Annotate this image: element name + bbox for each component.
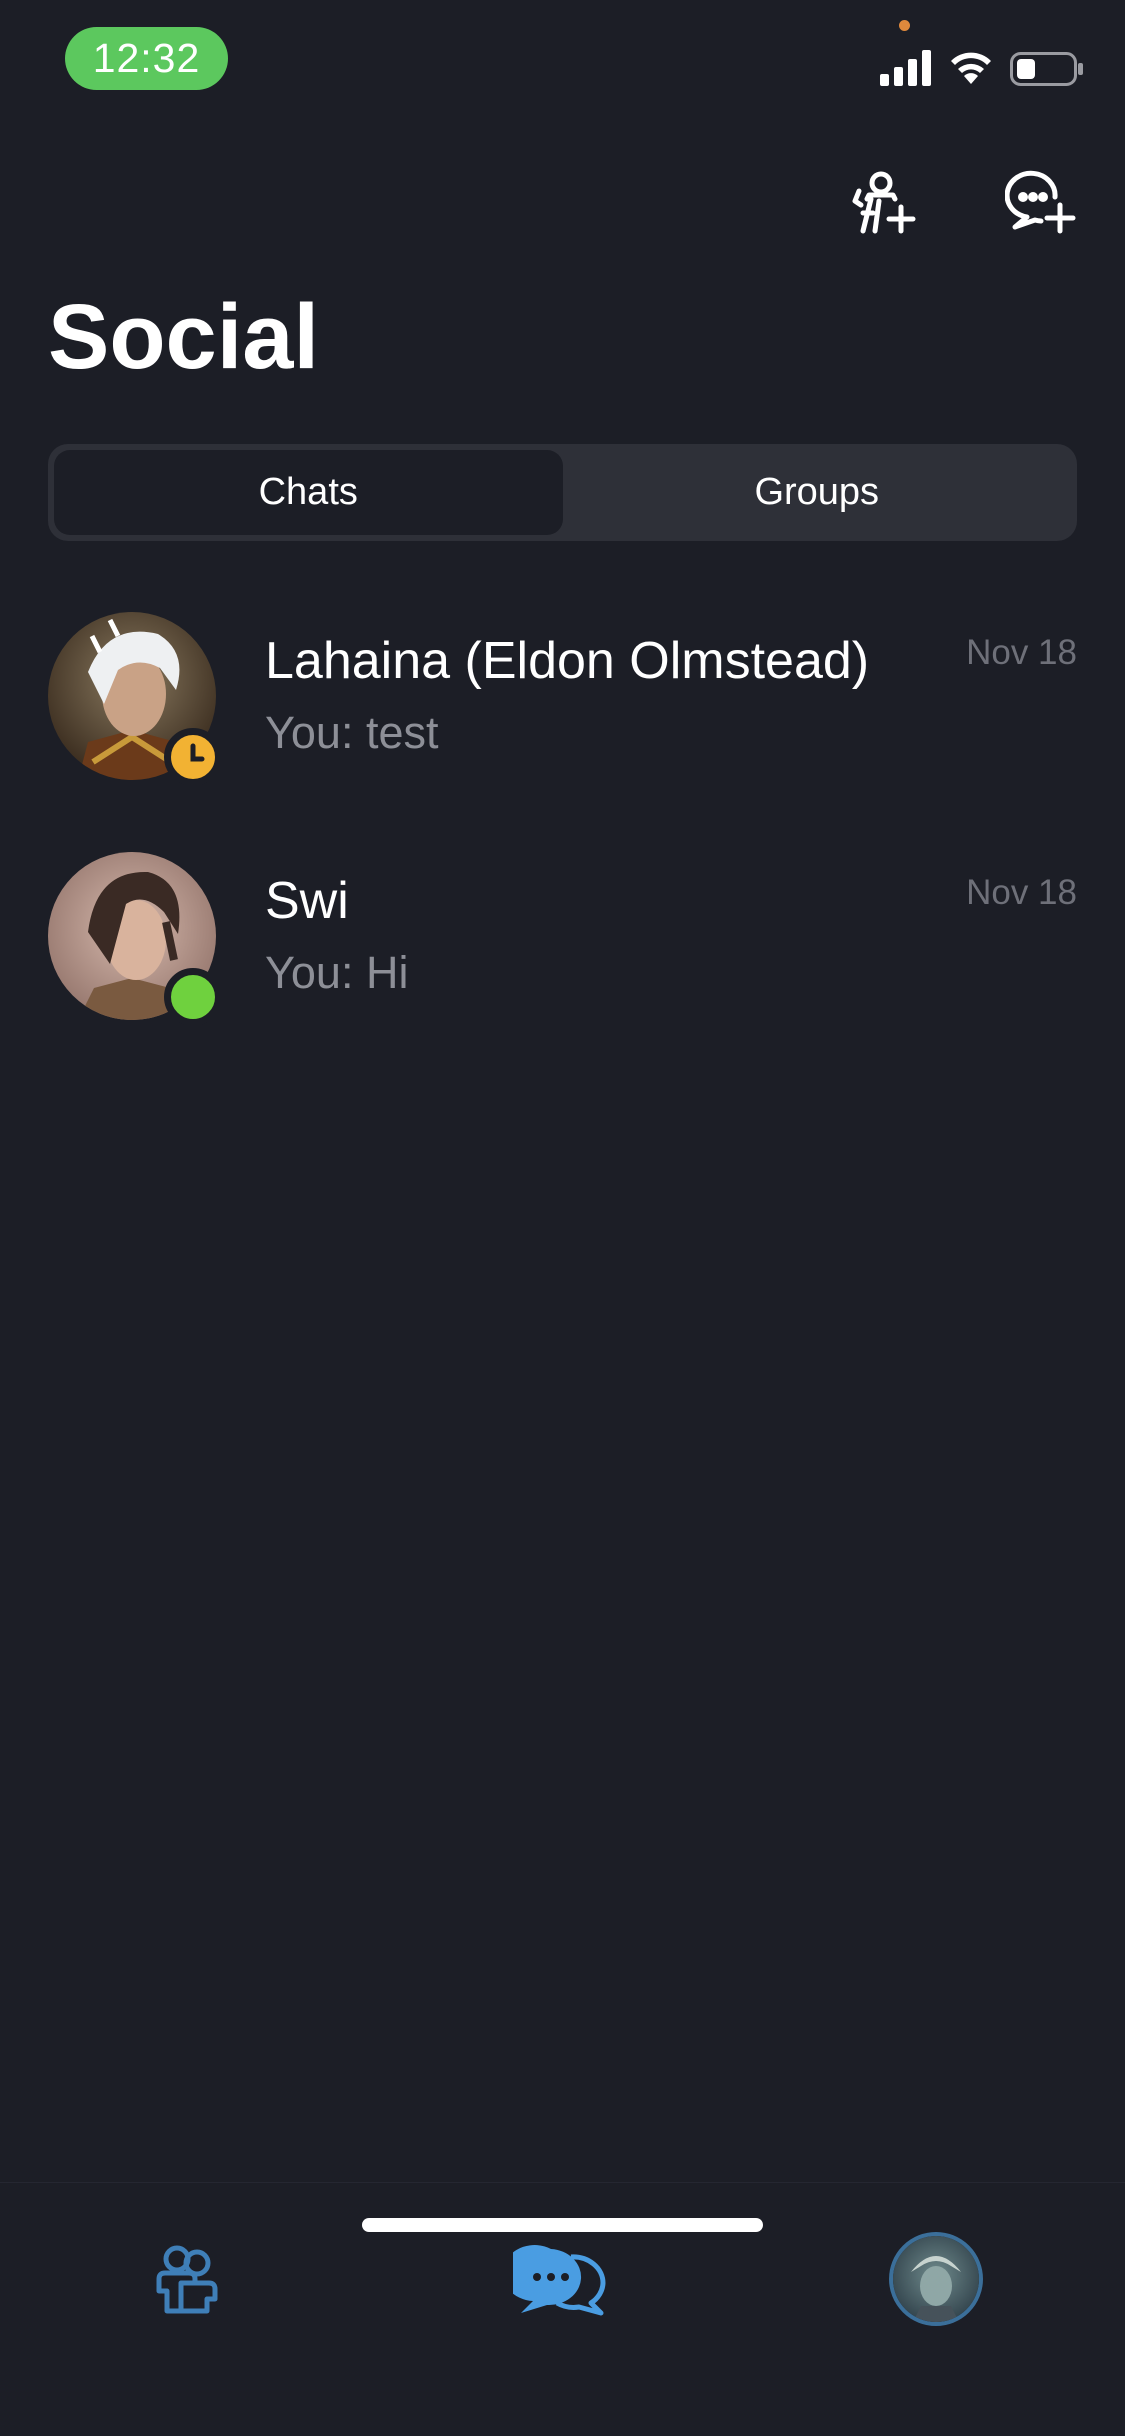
tab-friends[interactable]	[137, 2229, 237, 2329]
chat-name: Lahaina (Eldon Olmstead)	[265, 632, 870, 690]
new-chat-button[interactable]	[1000, 160, 1082, 242]
chats-groups-segmented-control: Chats Groups	[48, 444, 1077, 541]
profile-avatar	[889, 2232, 983, 2326]
page-title: Social	[48, 286, 320, 388]
privacy-indicator-dot	[899, 20, 910, 31]
chat-name: Swi	[265, 872, 349, 930]
chat-list-item[interactable]: Lahaina (Eldon Olmstead) You: test Nov 1…	[0, 598, 1125, 798]
chats-icon	[513, 2245, 606, 2316]
chat-date: Nov 18	[966, 633, 1077, 672]
cellular-signal-icon	[880, 50, 931, 86]
tab-chats[interactable]: Chats	[54, 450, 563, 535]
status-online-badge	[164, 968, 222, 1026]
chat-list-item[interactable]: Swi You: Hi Nov 18	[0, 838, 1125, 1038]
chat-date: Nov 18	[966, 873, 1077, 912]
chat-preview: You: Hi	[265, 947, 409, 998]
friends-icon	[156, 2245, 218, 2314]
avatar-container	[48, 612, 222, 786]
add-friend-icon	[852, 171, 916, 234]
social-screen: 12:32 Social Chats Groups Lahaina (Eldon…	[0, 0, 1125, 2436]
status-time: 12:32	[65, 27, 228, 90]
tab-profile[interactable]	[886, 2229, 986, 2329]
wifi-icon	[951, 52, 991, 84]
tab-groups[interactable]: Groups	[563, 450, 1072, 535]
battery-icon	[1010, 52, 1083, 86]
new-chat-icon	[1005, 170, 1076, 234]
status-away-badge	[164, 728, 222, 786]
chat-preview: You: test	[265, 707, 439, 758]
add-friend-button[interactable]	[840, 160, 922, 242]
home-indicator[interactable]	[362, 2218, 763, 2232]
clock-icon	[190, 743, 205, 762]
avatar-container	[48, 852, 222, 1026]
tab-chats-nav[interactable]	[511, 2229, 611, 2329]
